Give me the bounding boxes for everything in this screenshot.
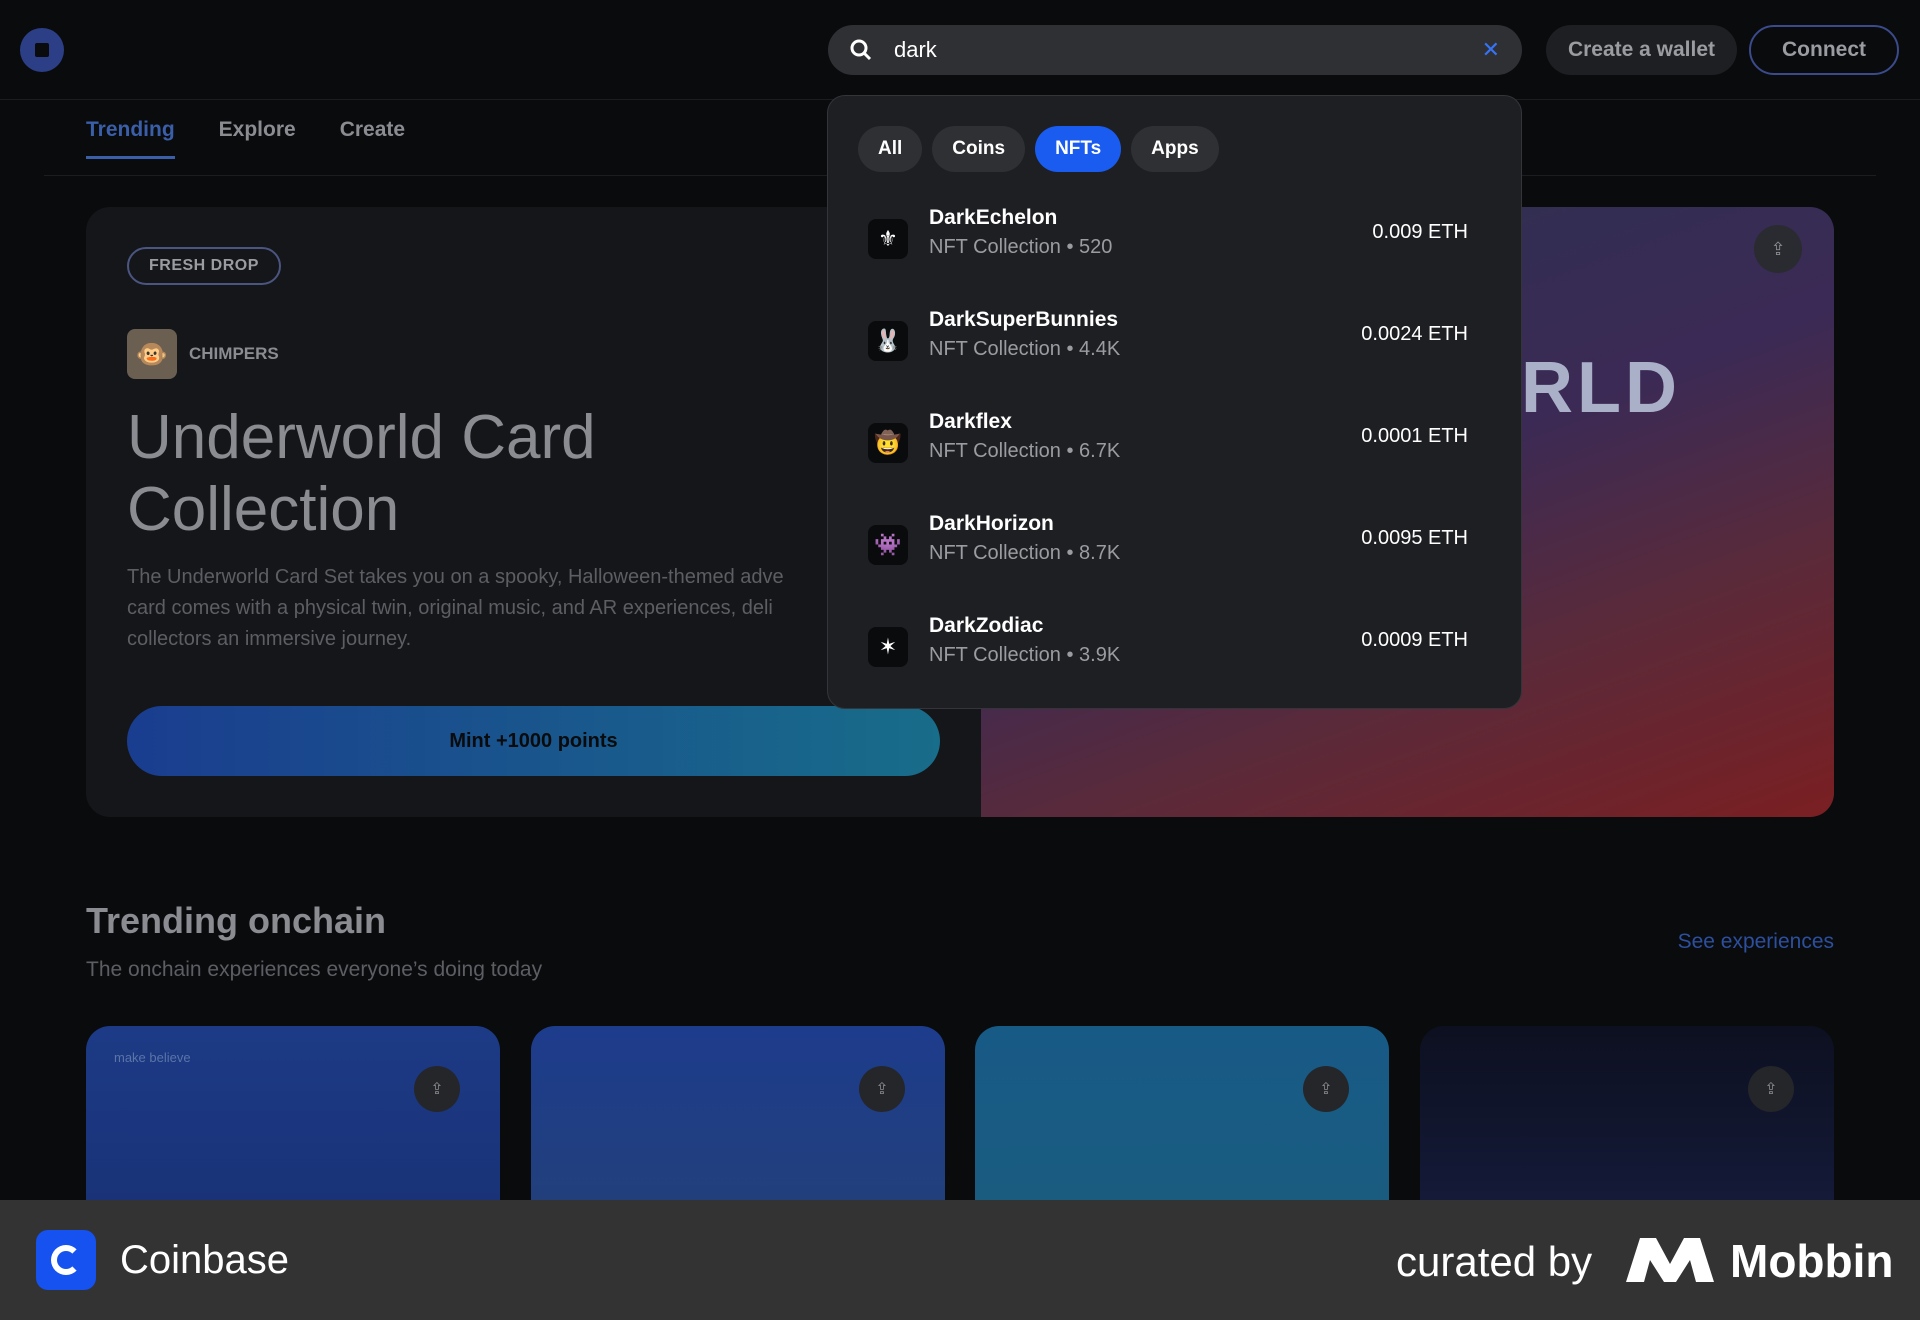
filter-all[interactable]: All [858,126,923,172]
connect-button[interactable]: Connect [1749,25,1899,75]
result-row[interactable]: ✶ DarkZodiac NFT Collection • 3.9K 0.000… [868,614,1488,684]
result-price: 0.0024 ETH [1361,323,1468,345]
filter-chips: All Coins NFTs Apps [858,126,1219,172]
result-name: DarkEchelon [929,206,1058,229]
share-icon[interactable]: ⇪ [1754,225,1802,273]
see-experiences-link[interactable]: See experiences [1678,930,1834,954]
tab-create[interactable]: Create [340,118,405,159]
result-row[interactable]: 🤠 Darkflex NFT Collection • 6.7K 0.0001 … [868,410,1488,480]
result-price: 0.009 ETH [1372,221,1468,243]
curated-by-text: curated by [1396,1238,1593,1285]
creator-name: CHIMPERS [189,344,279,363]
creator[interactable]: 🐵 CHIMPERS [127,329,279,379]
fresh-drop-badge: FRESH DROP [127,247,281,285]
result-name: DarkHorizon [929,512,1054,535]
share-icon[interactable]: ⇪ [859,1066,905,1112]
share-icon[interactable]: ⇪ [1303,1066,1349,1112]
result-row[interactable]: 🐰 DarkSuperBunnies NFT Collection • 4.4K… [868,308,1488,378]
app-name: Coinbase [120,1238,290,1282]
coinbase-app-icon [36,1230,96,1290]
nav-tabs: Trending Explore Create [86,118,405,159]
result-price: 0.0095 ETH [1361,527,1468,549]
mint-button[interactable]: Mint +1000 points [127,706,940,776]
experience-card[interactable]: ⇪ [531,1026,945,1201]
share-icon[interactable]: ⇪ [414,1066,460,1112]
result-subtitle: NFT Collection • 520 [929,236,1113,258]
collection-thumbnail: ⚜ [868,219,908,259]
experience-card[interactable]: make believe ⇪ [86,1026,500,1201]
result-row[interactable]: 👾 DarkHorizon NFT Collection • 8.7K 0.00… [868,512,1488,582]
result-subtitle: NFT Collection • 4.4K [929,338,1121,360]
collection-thumbnail: 👾 [868,525,908,565]
hero-title: Underworld Card Collection [127,403,596,544]
clear-search-icon[interactable]: ✕ [1482,37,1500,63]
filter-apps[interactable]: Apps [1131,126,1219,172]
collection-thumbnail: ✶ [868,627,908,667]
section-title: Trending onchain [86,900,387,941]
search-input[interactable]: dark [894,37,1482,63]
result-name: DarkSuperBunnies [929,308,1119,331]
search-field[interactable]: dark ✕ [828,25,1522,75]
result-subtitle: NFT Collection • 8.7K [929,542,1121,564]
create-wallet-button[interactable]: Create a wallet [1546,25,1737,75]
creator-avatar: 🐵 [127,329,177,379]
tab-trending[interactable]: Trending [86,118,175,159]
filter-coins[interactable]: Coins [932,126,1026,172]
section-subtitle: The onchain experiences everyone’s doing… [86,958,543,981]
hero-description: The Underworld Card Set takes you on a s… [127,566,784,650]
top-bar: dark ✕ Create a wallet Connect [0,0,1920,100]
share-icon[interactable]: ⇪ [1748,1066,1794,1112]
mobbin-logo-icon [1626,1238,1714,1282]
result-subtitle: NFT Collection • 6.7K [929,440,1121,462]
result-price: 0.0001 ETH [1361,425,1468,447]
hero-art-text: RLD [1521,348,1681,428]
mobbin-brand: Mobbin [1730,1235,1894,1287]
collection-thumbnail: 🐰 [868,321,908,361]
result-subtitle: NFT Collection • 3.9K [929,644,1121,666]
search-icon [850,39,872,61]
coinbase-logo-icon[interactable] [20,28,64,72]
footer-banner: Coinbase curated by Mobbin [0,1200,1920,1320]
experience-card[interactable]: ⇪ [975,1026,1389,1201]
result-name: Darkflex [929,410,1012,433]
result-row[interactable]: ⚜ DarkEchelon NFT Collection • 520 0.009… [868,206,1488,276]
collection-thumbnail: 🤠 [868,423,908,463]
search-results-dropdown: All Coins NFTs Apps ⚜ DarkEchelon NFT Co… [827,95,1522,709]
experience-card[interactable]: ⇪ [1420,1026,1834,1201]
filter-nfts[interactable]: NFTs [1035,126,1122,172]
tab-explore[interactable]: Explore [219,118,296,159]
result-price: 0.0009 ETH [1361,629,1468,651]
result-name: DarkZodiac [929,614,1044,637]
card-label: make believe [114,1050,191,1065]
